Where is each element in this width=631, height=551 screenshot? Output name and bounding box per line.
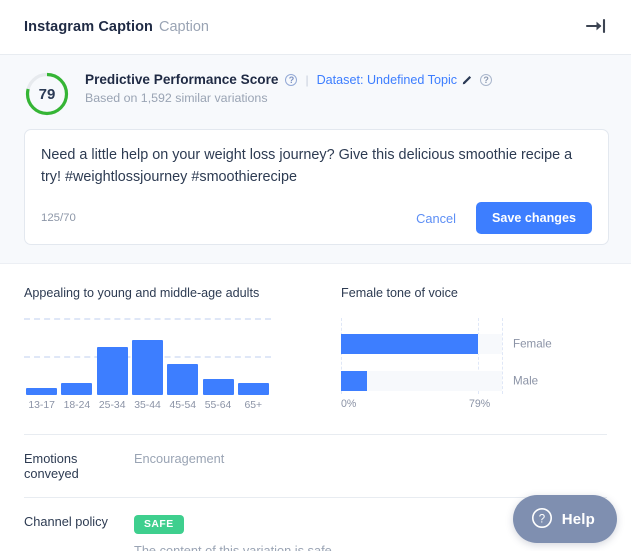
score-title-row: Predictive Performance Score ? | Dataset… bbox=[85, 72, 493, 87]
age-tick-label: 55-64 bbox=[204, 400, 232, 411]
panel-header: Instagram Caption Caption bbox=[0, 0, 631, 55]
bar-col bbox=[24, 318, 59, 395]
channel-policy-body: SAFE The content of this variation is sa… bbox=[134, 514, 335, 551]
caption-editor-card: Need a little help on your weight loss j… bbox=[24, 129, 609, 245]
svg-text:?: ? bbox=[538, 513, 544, 525]
gender-axis-ticks: 0% 79% bbox=[341, 398, 581, 412]
bar-col bbox=[200, 318, 235, 395]
male-label: Male bbox=[513, 374, 539, 388]
channel-policy-label: Channel policy bbox=[24, 514, 108, 529]
bar-25-34[interactable] bbox=[96, 346, 128, 395]
age-tick-label: 35-44 bbox=[134, 400, 161, 411]
gridline-max bbox=[502, 318, 503, 394]
question-circle-icon[interactable]: ? bbox=[285, 73, 298, 86]
bar-col bbox=[165, 318, 200, 395]
age-tick-label: 45-54 bbox=[169, 400, 197, 411]
arrow-to-line-right-icon bbox=[585, 17, 607, 38]
gender-chart-plot: Female Male bbox=[341, 318, 581, 394]
age-axis-labels: 13-17 18-24 25-34 35-44 45-54 55-64 65+ bbox=[24, 400, 271, 411]
question-circle-icon: ? bbox=[531, 507, 553, 532]
bar-18-24[interactable] bbox=[61, 382, 93, 395]
caption-analysis-panel: Instagram Caption Caption 79 Predictive … bbox=[0, 0, 631, 551]
bar-col bbox=[130, 318, 165, 395]
emotions-value: Encouragement bbox=[134, 451, 225, 466]
emotions-row: Emotions conveyed Encouragement bbox=[24, 435, 607, 497]
dataset-link[interactable]: Dataset: Undefined Topic bbox=[317, 73, 458, 87]
age-distribution-chart: Appealing to young and middle-age adults… bbox=[24, 286, 324, 412]
gender-tone-chart: Female tone of voice Female Male 0% 79% bbox=[341, 286, 621, 412]
score-title: Predictive Performance Score bbox=[85, 72, 279, 87]
male-bar-fill[interactable] bbox=[341, 371, 367, 391]
pencil-icon[interactable] bbox=[462, 74, 473, 85]
age-tick-label: 18-24 bbox=[63, 400, 91, 411]
status-badge: SAFE bbox=[134, 515, 184, 534]
tick-0pct: 0% bbox=[341, 398, 357, 410]
age-chart-title: Appealing to young and middle-age adults bbox=[24, 286, 260, 300]
character-counter: 125/70 bbox=[41, 212, 76, 224]
gender-chart-title: Female tone of voice bbox=[341, 286, 458, 300]
female-label: Female bbox=[513, 337, 552, 351]
age-tick-label: 65+ bbox=[244, 400, 263, 411]
charts-row: Appealing to young and middle-age adults… bbox=[0, 264, 631, 412]
page-subtitle: Caption bbox=[159, 19, 209, 35]
score-gauge: 79 bbox=[24, 71, 70, 117]
age-tick-label: 13-17 bbox=[28, 400, 55, 411]
bar-col bbox=[59, 318, 94, 395]
caption-editor-footer: 125/70 Cancel Save changes bbox=[41, 202, 592, 234]
separator: | bbox=[305, 72, 309, 87]
age-chart-plot bbox=[24, 318, 271, 395]
bar-35-44[interactable] bbox=[131, 340, 163, 395]
emotions-label: Emotions conveyed bbox=[24, 451, 79, 481]
help-label: Help bbox=[561, 510, 595, 528]
bar-65-plus[interactable] bbox=[237, 383, 269, 395]
caption-input[interactable]: Need a little help on your weight loss j… bbox=[41, 144, 592, 188]
dataset-question-circle-icon[interactable]: ? bbox=[480, 73, 493, 86]
cancel-button[interactable]: Cancel bbox=[404, 205, 468, 232]
help-button[interactable]: ? Help bbox=[512, 495, 617, 543]
bar-13-17[interactable] bbox=[26, 388, 58, 395]
bar-col bbox=[236, 318, 271, 395]
score-value: 79 bbox=[38, 85, 56, 103]
score-panel: 79 Predictive Performance Score ? | Data… bbox=[0, 55, 631, 264]
gender-row-male: Male bbox=[341, 371, 538, 391]
female-bar-fill[interactable] bbox=[341, 334, 478, 354]
score-subtitle: Based on 1,592 similar variations bbox=[85, 91, 268, 105]
page-title: Instagram Caption bbox=[24, 19, 153, 35]
save-changes-button[interactable]: Save changes bbox=[475, 202, 592, 234]
age-tick-label: 25-34 bbox=[98, 400, 126, 411]
collapse-panel-button[interactable] bbox=[583, 14, 609, 40]
bar-55-64[interactable] bbox=[202, 378, 234, 395]
score-header: 79 Predictive Performance Score ? | Data… bbox=[24, 69, 609, 117]
tick-79pct: 79% bbox=[469, 398, 491, 410]
score-text-block: Predictive Performance Score ? | Dataset… bbox=[85, 69, 493, 105]
channel-policy-description: The content of this variation is safe. bbox=[134, 543, 336, 551]
bar-col bbox=[95, 318, 130, 395]
age-bars bbox=[24, 318, 271, 395]
gender-row-female: Female bbox=[341, 334, 552, 354]
bar-45-54[interactable] bbox=[167, 364, 199, 395]
